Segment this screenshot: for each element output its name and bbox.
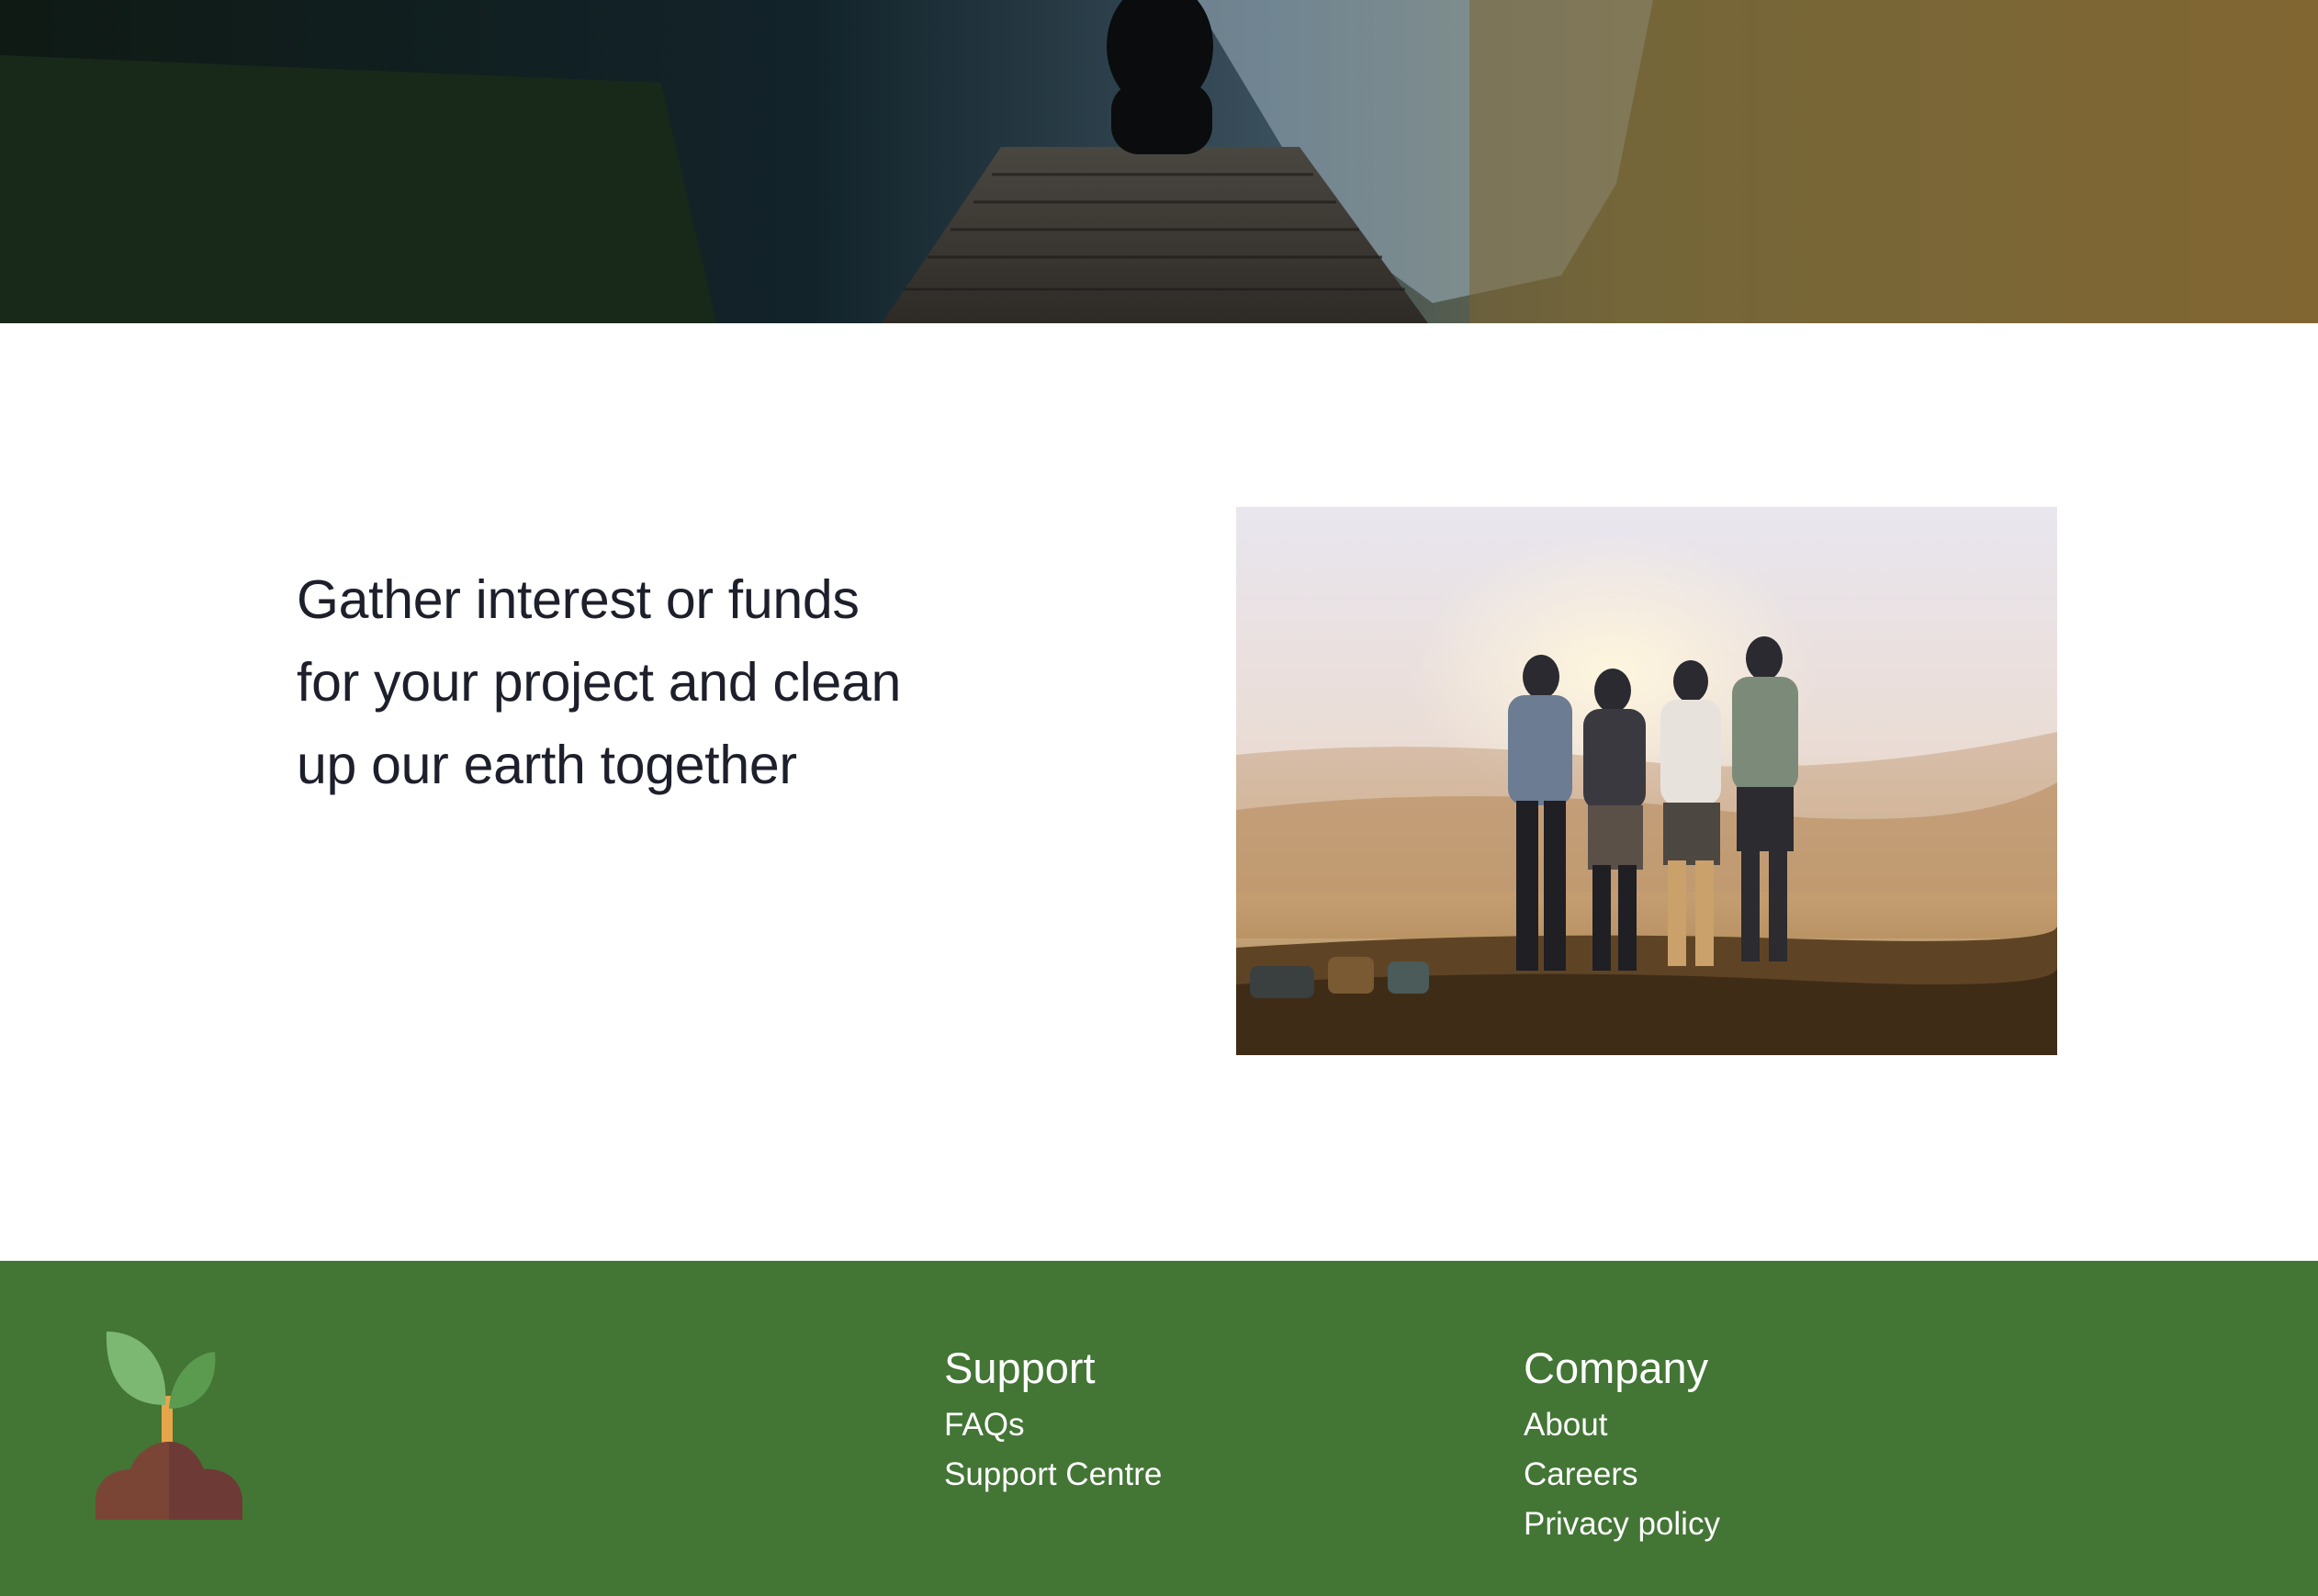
feature-section: Gather interest or funds for your projec… bbox=[0, 323, 2318, 1261]
footer-column-company: Company About Careers Privacy policy bbox=[1524, 1342, 1720, 1549]
footer-link-support-centre[interactable]: Support Centre bbox=[944, 1450, 1162, 1500]
headline-line: for your project and clean bbox=[297, 652, 901, 713]
feature-headline: Gather interest or funds for your projec… bbox=[297, 558, 958, 806]
site-footer: Support FAQs Support Centre Company Abou… bbox=[0, 1261, 2318, 1596]
headline-line: up our earth together bbox=[297, 735, 797, 795]
headline-line: Gather interest or funds bbox=[297, 569, 860, 630]
footer-link-careers[interactable]: Careers bbox=[1524, 1450, 1720, 1500]
hero-banner-image bbox=[0, 0, 2318, 323]
footer-column-title: Support bbox=[944, 1343, 1096, 1392]
footer-link-privacy-policy[interactable]: Privacy policy bbox=[1524, 1500, 1720, 1549]
footer-link-about[interactable]: About bbox=[1524, 1400, 1720, 1450]
footer-column-support: Support FAQs Support Centre bbox=[944, 1342, 1162, 1500]
footer-column-title: Company bbox=[1524, 1343, 1709, 1392]
friends-sunset-photo bbox=[1236, 507, 2057, 1055]
footer-link-faqs[interactable]: FAQs bbox=[944, 1400, 1162, 1450]
sprout-icon[interactable] bbox=[96, 1332, 242, 1520]
